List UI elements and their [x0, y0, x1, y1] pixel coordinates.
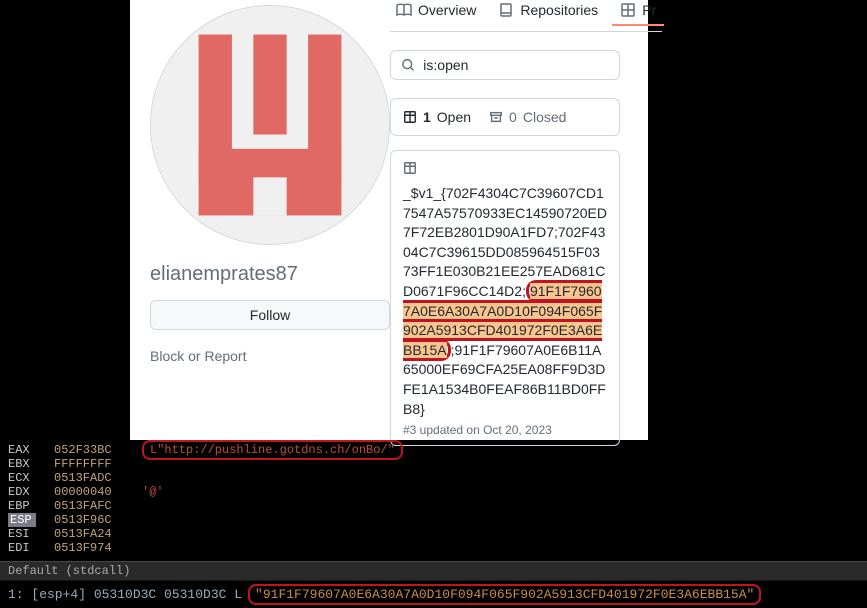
- profile-tabs: Overview Repositories Pr: [390, 0, 662, 32]
- tab-overview-label: Overview: [418, 2, 476, 18]
- register-value: 0513F974: [54, 541, 124, 555]
- register-value: 052F33BC: [54, 443, 124, 457]
- register-value: 0513FADC: [54, 471, 124, 485]
- register-row: ESP 0513F96C: [0, 513, 867, 527]
- follow-button[interactable]: Follow: [150, 300, 390, 330]
- debugger-section-label: Default (stdcall): [0, 561, 867, 581]
- username-label: elianemprates87: [150, 263, 380, 286]
- table-icon: [403, 110, 417, 124]
- register-row: EBP 0513FAFC: [0, 499, 867, 513]
- tab-projects[interactable]: Pr: [614, 0, 662, 25]
- project-card[interactable]: _$v1_{702F4304C7C39607CD17547A57570933EC…: [390, 150, 620, 446]
- github-profile-panel: elianemprates87 Follow Block or Report O…: [130, 0, 648, 440]
- closed-count-num: 0: [509, 109, 517, 125]
- tab-projects-label: Pr: [642, 2, 656, 18]
- table-icon: [403, 161, 417, 175]
- block-report-link[interactable]: Block or Report: [150, 348, 380, 364]
- register-name: ESI: [8, 527, 36, 541]
- project-title-text: _$v1_{702F4304C7C39607CD17547A57570933EC…: [403, 184, 607, 419]
- tab-repositories[interactable]: Repositories: [492, 0, 604, 25]
- register-value: 00000040: [54, 485, 124, 499]
- register-row: ESI 0513FA24: [0, 527, 867, 541]
- book-icon: [396, 2, 412, 18]
- register-name: EBP: [8, 499, 36, 513]
- register-name: ESP: [8, 513, 36, 527]
- project-icon: [620, 2, 636, 18]
- open-count-link[interactable]: 1 Open: [403, 109, 471, 125]
- archive-icon: [489, 110, 503, 124]
- register-row: EAX 052F33BC L"http://pushline.gotdns.ch/o…: [0, 443, 867, 457]
- register-name: ECX: [8, 471, 36, 485]
- register-name: EDX: [8, 485, 36, 499]
- search-icon: [401, 57, 415, 73]
- avatar[interactable]: [150, 5, 390, 245]
- closed-count-label: Closed: [523, 109, 567, 125]
- project-counts: 1 Open 0 Closed: [390, 98, 620, 136]
- repo-icon: [498, 2, 514, 18]
- avatar-identicon-icon: [151, 6, 389, 244]
- project-card-icon: [403, 161, 607, 180]
- closed-count-link[interactable]: 0 Closed: [489, 109, 566, 125]
- registers-block: EAX 052F33BC L"http://pushline.gotdns.ch/o…: [0, 443, 867, 555]
- register-value: FFFFFFFF: [54, 457, 124, 471]
- tab-overview[interactable]: Overview: [390, 0, 482, 25]
- register-value: 0513FA24: [54, 527, 124, 541]
- register-name: EAX: [8, 443, 36, 457]
- register-value: 0513FAFC: [54, 499, 124, 513]
- open-count-num: 1: [423, 109, 431, 125]
- register-value: 0513F96C: [54, 513, 124, 527]
- register-name: EBX: [8, 457, 36, 471]
- register-extra: '@': [142, 485, 164, 499]
- profile-main: Overview Repositories Pr 1 Open: [390, 0, 662, 440]
- open-count-label: Open: [437, 109, 471, 125]
- register-row: EBX FFFFFFFF: [0, 457, 867, 471]
- profile-sidebar: elianemprates87 Follow Block or Report: [130, 0, 390, 440]
- search-input[interactable]: [423, 57, 609, 73]
- project-meta: #3 updated on Oct 20, 2023: [403, 423, 607, 437]
- register-row: ECX 0513FADC: [0, 471, 867, 485]
- register-name: EDI: [8, 541, 36, 555]
- register-extra-highlight: L"http://pushline.gotdns.ch/onBo/": [142, 440, 403, 460]
- register-row: EDX 00000040 '@': [0, 485, 867, 499]
- register-row: EDI 0513F974: [0, 541, 867, 555]
- search-box[interactable]: [390, 50, 620, 80]
- debugger-panel: EAX 052F33BC L"http://pushline.gotdns.ch/o…: [0, 443, 867, 608]
- tab-repositories-label: Repositories: [520, 2, 598, 18]
